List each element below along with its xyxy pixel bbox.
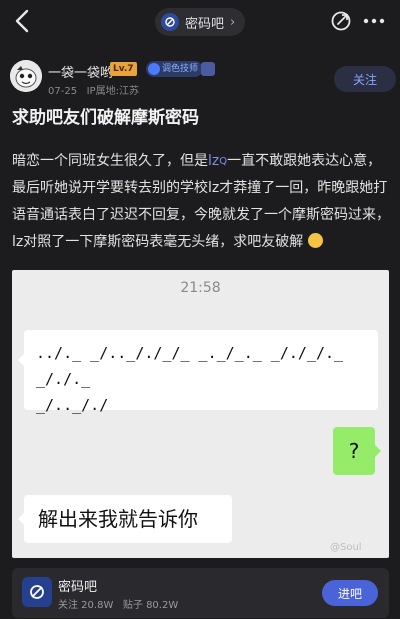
- forum-card[interactable]: 密码吧 关注 20.8W 贴子 80.2W 进吧: [12, 568, 389, 618]
- reply-bubble: 解出来我就告诉你: [18, 495, 232, 543]
- forum-logo-icon: [22, 577, 52, 607]
- search-icon[interactable]: Q: [219, 156, 227, 167]
- bubble-tail: [18, 513, 24, 525]
- chat-time: 21:58: [180, 280, 221, 296]
- bubble-tail: [375, 445, 381, 457]
- forum-post-count: 贴子 80.2W: [122, 600, 179, 611]
- bubble-tail: [18, 354, 24, 366]
- morse-line-2: _/.._/./: [36, 396, 109, 414]
- forum-follow-count: 关注 20.8W: [58, 600, 114, 611]
- reply-text: 解出来我就告诉你: [38, 507, 198, 531]
- lz-link[interactable]: lz: [208, 153, 219, 169]
- author-name[interactable]: 一袋一袋哟: [48, 62, 113, 81]
- avatar[interactable]: [10, 60, 42, 92]
- post-meta: 07-25 IP属地:江苏: [48, 82, 139, 97]
- forum-name: 密码吧: [58, 580, 98, 595]
- medal-icon: [201, 62, 215, 76]
- question-text: ?: [348, 439, 360, 463]
- chevron-right-icon: ›: [230, 14, 236, 30]
- forum-pill[interactable]: 密码吧 ›: [155, 8, 246, 36]
- title-badge-label: 调色技师: [162, 64, 199, 74]
- question-bubble: ?: [333, 427, 381, 475]
- enter-forum-button[interactable]: 进吧: [322, 580, 378, 606]
- watermark: @Soul: [330, 542, 362, 553]
- more-icon[interactable]: [362, 10, 386, 32]
- top-bar: 密码吧 ›: [0, 0, 400, 44]
- post-date: 07-25: [48, 86, 78, 97]
- forum-logo-icon: [161, 13, 179, 31]
- share-icon[interactable]: [330, 10, 352, 32]
- badge-icon: [148, 63, 160, 75]
- title-badge: 调色技师: [146, 61, 204, 77]
- level-badge: Lv.7: [110, 62, 137, 76]
- chat-screenshot-image[interactable]: 21:58 ../._ _/.._/./_/_ _._/_._ _/./_/._…: [12, 270, 389, 558]
- post-body: 暗恋一个同班女生很久了，但是lzQ一直不敢跟她表达心意，最后听她说开学要转去别的…: [12, 148, 392, 256]
- post-title: 求助吧友们破解摩斯密码: [12, 108, 199, 128]
- author-row: 一袋一袋哟 Lv.7 调色技师 07-25 IP属地:江苏 关注: [10, 60, 396, 97]
- back-arrow-icon[interactable]: [12, 8, 34, 34]
- morse-message-bubble: ../._ _/.._/./_/_ _._/_._ _/./_/._ _/./.…: [18, 330, 378, 414]
- forum-pill-label: 密码吧: [185, 16, 225, 32]
- post-text-part-1: 暗恋一个同班女生很久了，但是: [12, 153, 208, 169]
- follow-button[interactable]: 关注: [334, 66, 396, 92]
- forum-stats: 关注 20.8W 贴子 80.2W: [58, 596, 178, 611]
- ip-location: IP属地:江苏: [86, 86, 139, 97]
- morse-line-1: ../._ _/.._/./_/_ _._/_._ _/./_/._ _/./.…: [36, 344, 344, 388]
- emoji-icon: [307, 233, 323, 248]
